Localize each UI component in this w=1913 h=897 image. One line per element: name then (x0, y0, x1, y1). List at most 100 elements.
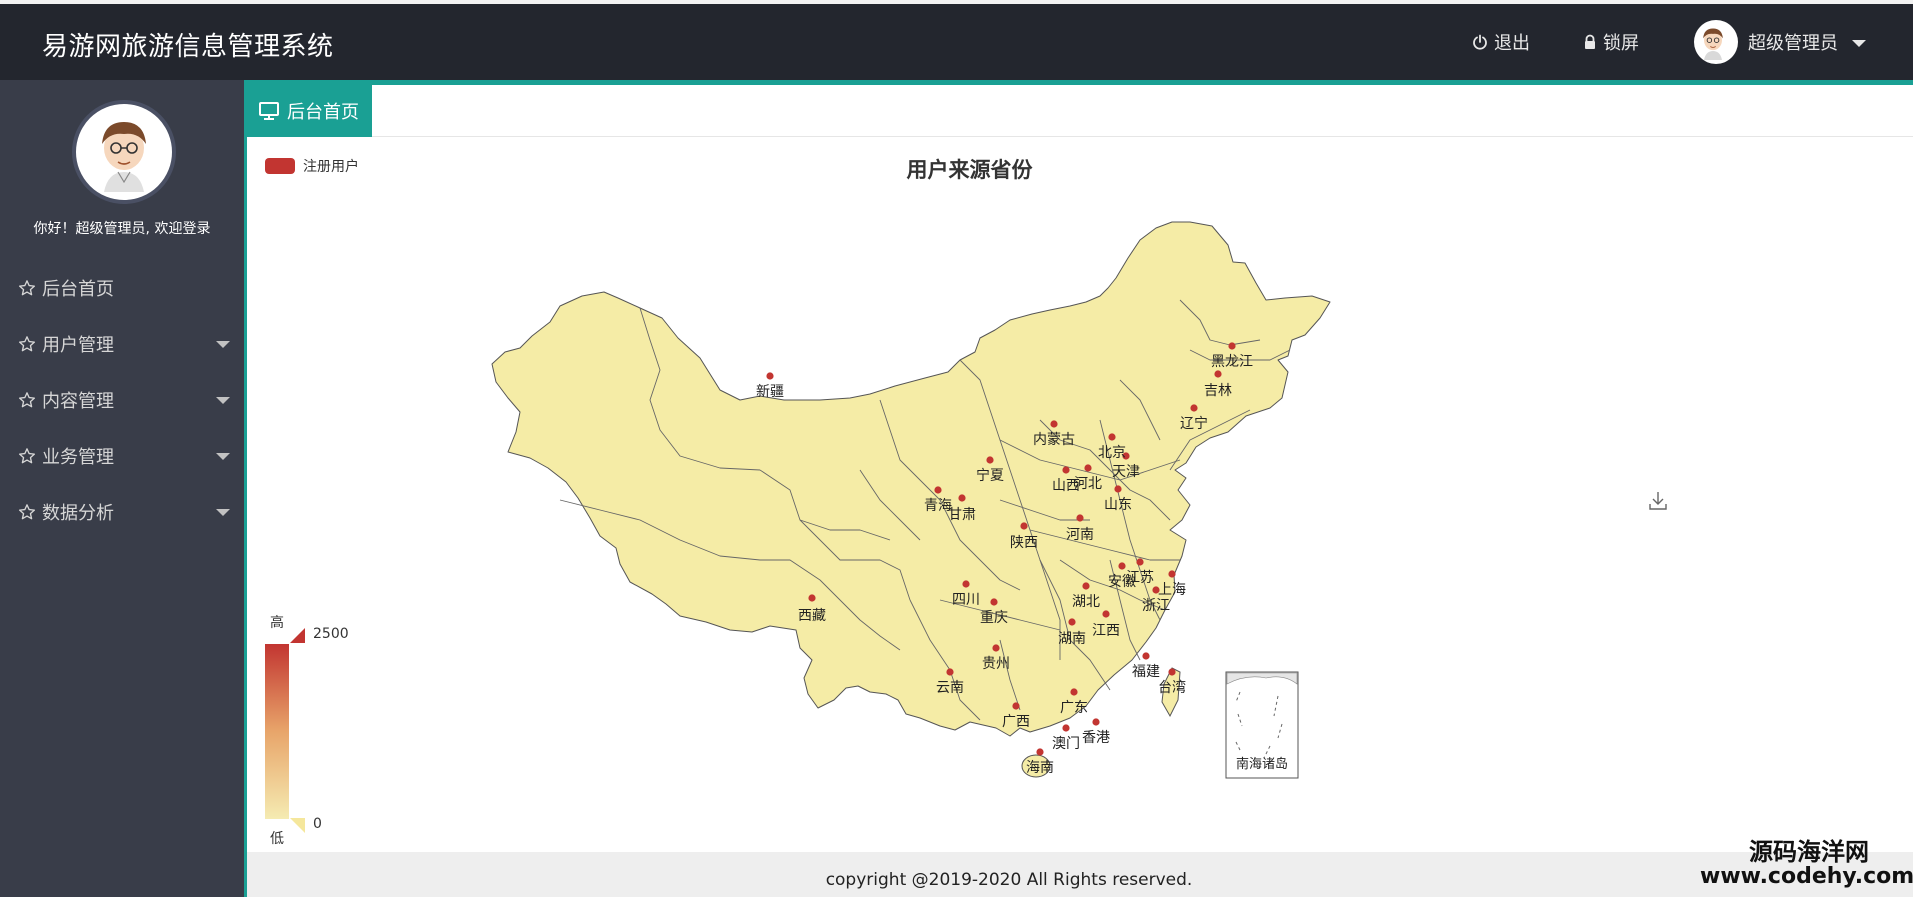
sidebar-item-user-management[interactable]: 用户管理 (0, 316, 244, 372)
province-point[interactable] (1092, 718, 1100, 726)
province-point[interactable] (1142, 652, 1150, 660)
province-point[interactable] (986, 456, 994, 464)
province-label: 吉林 (1204, 383, 1232, 399)
logout-button[interactable]: 退出 (1472, 4, 1530, 80)
province-label: 新疆 (756, 384, 784, 400)
province-point[interactable] (766, 372, 774, 380)
province-point[interactable] (1036, 748, 1044, 756)
province-label: 福建 (1132, 664, 1160, 680)
province-point[interactable] (1114, 485, 1122, 493)
sidebar-item-label: 用户管理 (42, 335, 114, 356)
province-point[interactable] (1168, 570, 1176, 578)
avatar-cartoon-icon (102, 122, 146, 192)
province-point[interactable] (1012, 702, 1020, 710)
province-point[interactable] (1168, 668, 1176, 676)
legend-swatch (265, 158, 295, 174)
power-icon (1473, 34, 1487, 50)
inset-label: 南海诸岛 (1236, 756, 1288, 772)
watermark-line2: www.codehy.com (1700, 864, 1913, 890)
china-outline (491, 221, 1331, 737)
province-point[interactable] (946, 668, 954, 676)
sidebar-item-content-management[interactable]: 内容管理 (0, 372, 244, 428)
sidebar-item-label: 内容管理 (42, 391, 114, 412)
province-point[interactable] (1214, 370, 1222, 378)
province-point[interactable] (1070, 688, 1078, 696)
visual-map-max: 2500 (313, 626, 349, 642)
sidebar-item-business-management[interactable]: 业务管理 (0, 428, 244, 484)
user-menu[interactable]: 超级管理员 (1694, 4, 1866, 80)
province-label: 湖北 (1072, 594, 1100, 610)
province-label: 浙江 (1142, 598, 1170, 614)
visual-map-handle-top[interactable] (290, 628, 305, 643)
download-icon (1649, 492, 1667, 510)
user-name-label: 超级管理员 (1748, 33, 1838, 54)
province-point[interactable] (1062, 724, 1070, 732)
province-point[interactable] (1082, 582, 1090, 590)
province-point[interactable] (1062, 466, 1070, 474)
province-point[interactable] (1084, 464, 1092, 472)
province-label: 广东 (1060, 700, 1088, 716)
province-point[interactable] (1068, 618, 1076, 626)
tab-bar: 后台首页 (247, 85, 1913, 137)
footer: copyright @2019-2020 All Rights reserved… (247, 852, 1913, 897)
province-label: 云南 (936, 680, 964, 696)
province-label: 内蒙古 (1033, 432, 1075, 448)
province-point[interactable] (1076, 514, 1084, 522)
province-point[interactable] (808, 594, 816, 602)
province-point[interactable] (1102, 610, 1110, 618)
province-label: 河南 (1066, 527, 1094, 543)
chevron-down-icon (216, 341, 230, 348)
star-icon (18, 336, 36, 352)
chevron-down-icon (1852, 40, 1866, 47)
chevron-down-icon (216, 509, 230, 516)
chart-area: 新疆 西藏 青海 甘肃 宁夏 内蒙古 黑龙江 吉林 辽宁 北京 天津 河北 山西 山东 陕西 河南 四川 重庆 湖北… (247, 138, 1913, 852)
tab-dashboard[interactable]: 后台首页 (247, 85, 372, 137)
province-label: 台湾 (1158, 679, 1186, 696)
map-shapes (491, 221, 1331, 778)
province-label: 甘肃 (948, 507, 976, 523)
download-button[interactable] (1647, 490, 1669, 516)
south-china-sea-inset: 南海诸岛 (1225, 671, 1299, 779)
visual-map-min: 0 (313, 816, 322, 832)
province-point[interactable] (1228, 342, 1236, 350)
sidebar-item-data-analysis[interactable]: 数据分析 (0, 484, 244, 540)
province-point[interactable] (1050, 420, 1058, 428)
visual-map-handle-bottom[interactable] (290, 818, 305, 833)
visual-map-high-label: 高 (270, 615, 284, 631)
avatar (1694, 20, 1738, 64)
copyright-text: copyright @2019-2020 All Rights reserved… (825, 870, 1193, 890)
province-label: 广西 (1002, 714, 1030, 730)
monitor-icon (259, 102, 279, 120)
province-label: 重庆 (980, 610, 1008, 626)
chart-legend[interactable]: 注册用户 (265, 156, 359, 176)
province-point[interactable] (992, 644, 1000, 652)
province-label: 北京 (1098, 445, 1126, 461)
star-icon (18, 280, 36, 296)
lock-screen-button[interactable]: 锁屏 (1583, 4, 1639, 80)
province-point[interactable] (1020, 522, 1028, 530)
legend-label: 注册用户 (303, 159, 359, 175)
lock-label: 锁屏 (1603, 33, 1639, 54)
province-point[interactable] (1108, 433, 1116, 441)
province-point[interactable] (990, 598, 998, 606)
province-point[interactable] (934, 486, 942, 494)
province-label: 江西 (1092, 623, 1120, 639)
province-label: 山西 (1052, 478, 1080, 494)
province-point[interactable] (1190, 404, 1198, 412)
chevron-down-icon (216, 397, 230, 404)
province-point[interactable] (1136, 558, 1144, 566)
province-point[interactable] (962, 580, 970, 588)
province-label: 天津 (1112, 464, 1140, 480)
province-label: 香港 (1082, 730, 1110, 746)
top-header: 易游网旅游信息管理系统 退出 锁屏 超级管理员 (0, 4, 1913, 80)
province-point[interactable] (1118, 562, 1126, 570)
province-label: 宁夏 (976, 467, 1004, 484)
province-label: 湖南 (1058, 631, 1086, 647)
star-icon (18, 448, 36, 464)
province-label: 江苏 (1126, 570, 1154, 586)
visual-map-low-label: 低 (270, 831, 284, 847)
province-label: 四川 (952, 592, 980, 608)
sidebar-item-dashboard[interactable]: 后台首页 (0, 260, 244, 316)
star-icon (18, 392, 36, 408)
province-point[interactable] (958, 494, 966, 502)
